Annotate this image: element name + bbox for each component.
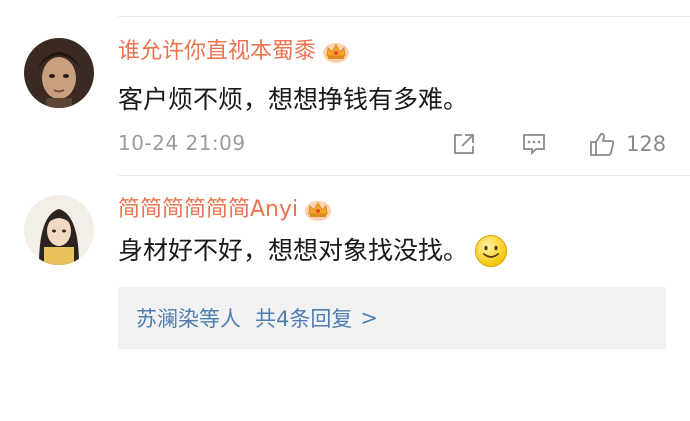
top-divider (118, 16, 690, 17)
comment-divider (118, 175, 690, 176)
replies-box[interactable]: 苏澜染 等人 共4条回复 > (118, 287, 666, 349)
like-count: 128 (626, 132, 667, 156)
vip-crown-icon (304, 198, 332, 222)
username-text[interactable]: 谁允许你直视本蜀黍 (118, 38, 316, 66)
like-button[interactable]: 128 (588, 128, 666, 160)
username-text[interactable]: 简简简简简简Anyi (118, 196, 298, 224)
avatar[interactable] (24, 195, 94, 265)
reply-users[interactable]: 苏澜染 (136, 303, 199, 333)
comment-text: 客户烦不烦，想想挣钱有多难。 (118, 85, 469, 114)
comment-text-content: 身材好不好，想想对象找没找。 (118, 236, 469, 265)
smile-emoji-icon (474, 234, 508, 268)
chevron-right-icon: > (360, 306, 378, 330)
share-icon (454, 134, 474, 154)
avatar-image (24, 195, 94, 265)
comment-button[interactable] (520, 128, 548, 160)
avatar-image (24, 38, 94, 108)
reply-count-link[interactable]: 共4条回复 (255, 303, 352, 333)
username[interactable]: 简简简简简简Anyi (118, 196, 332, 224)
timestamp: 10-24 21:09 (118, 131, 246, 155)
username[interactable]: 谁允许你直视本蜀黍 (118, 38, 350, 66)
reply-users-suffix: 等人 (199, 307, 241, 331)
vip-crown-icon (322, 40, 350, 64)
comment-meta-row: 10-24 21:09 128 (118, 128, 678, 160)
comment-icon (523, 134, 545, 156)
share-button[interactable] (450, 128, 478, 160)
thumbs-up-icon (590, 132, 615, 156)
avatar[interactable] (24, 38, 94, 108)
comment-text: 身材好不好，想想对象找没找。 (118, 234, 508, 268)
